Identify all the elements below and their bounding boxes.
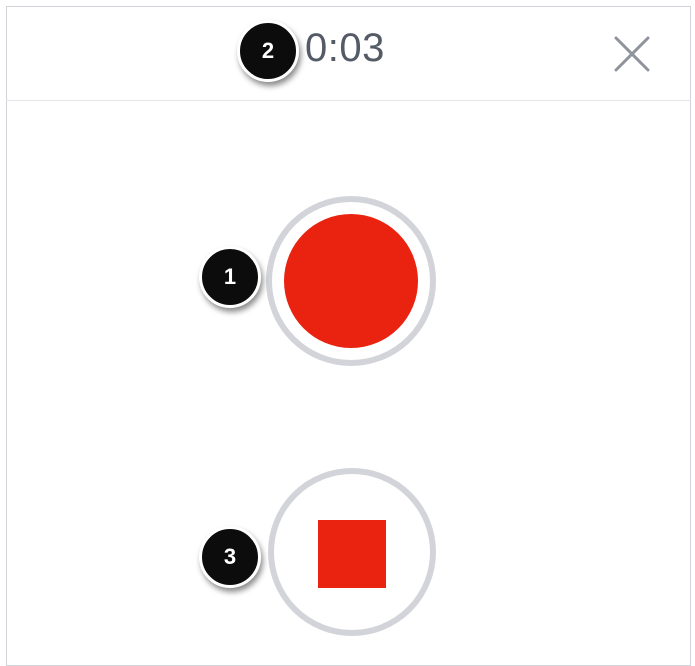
close-button[interactable] xyxy=(612,34,652,74)
callout-record: 1 xyxy=(199,246,261,308)
elapsed-time: 0:03 xyxy=(305,26,385,70)
stop-button[interactable] xyxy=(268,468,436,636)
record-icon xyxy=(284,214,418,348)
callout-stop: 3 xyxy=(199,526,261,588)
stop-icon xyxy=(318,520,386,588)
record-button[interactable] xyxy=(266,196,436,366)
callout-timer: 2 xyxy=(237,20,299,82)
close-icon xyxy=(614,36,650,72)
